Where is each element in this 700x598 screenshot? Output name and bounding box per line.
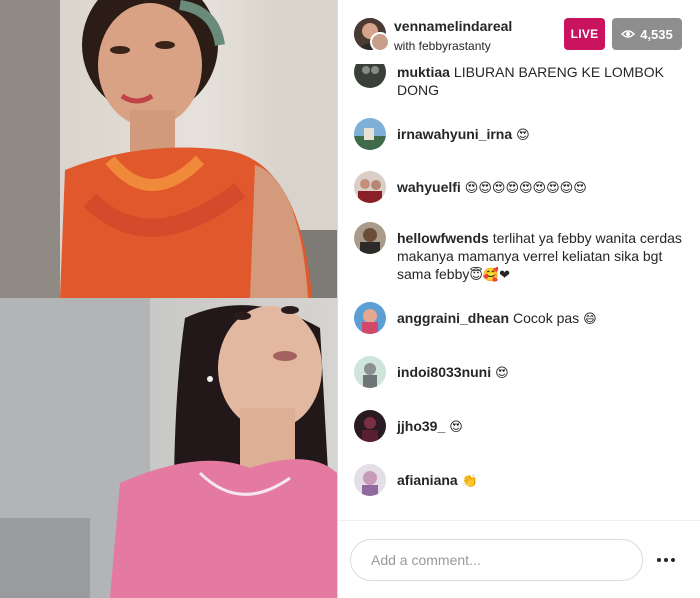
live-header: vennamelindareal with febbyrastanty LIVE… (338, 0, 700, 64)
comment-item: indoi8033nuni 😍 (354, 356, 694, 388)
avatar-image (354, 118, 386, 150)
commenter-avatar[interactable] (354, 410, 386, 442)
commenter-avatar[interactable] (354, 302, 386, 334)
comment-username[interactable]: jjho39_ (397, 418, 445, 434)
comment-message: Cocok pas (513, 310, 580, 326)
comment-text: muktiaa LIBURAN BARENG KE LOMBOK DONG (397, 64, 694, 99)
comment-text: wahyuelfi 😍😍😍😍😍😍😍😍😍 (397, 171, 694, 203)
comment-emoji: 😍 (516, 128, 530, 143)
comment-text: irnawahyuni_irna 😍 (397, 118, 694, 150)
guest-avatar[interactable] (370, 32, 390, 52)
commenter-avatar[interactable] (354, 222, 386, 254)
guest-video (0, 298, 337, 598)
avatar-image (354, 302, 386, 334)
comment-text: anggraini_dhean Cocok pas 😄 (397, 302, 694, 334)
comment-item: wahyuelfi 😍😍😍😍😍😍😍😍😍 (354, 171, 694, 203)
comment-username[interactable]: irnawahyuni_irna (397, 126, 512, 142)
live-badge: LIVE (564, 18, 605, 50)
comment-item: afianiana 👏 (354, 464, 694, 496)
comment-username[interactable]: indoi8033nuni (397, 364, 491, 380)
dot-icon (664, 558, 668, 562)
comment-emoji: 😇🥰❤ (469, 268, 511, 283)
comment-emoji: 😍😍😍😍😍😍😍😍😍 (464, 181, 587, 196)
comment-text: jjho39_ 😍 (397, 410, 694, 442)
avatar-image (354, 356, 386, 388)
comment-username[interactable]: wahyuelfi (397, 179, 461, 195)
avatar-image (354, 171, 386, 203)
comment-item: anggraini_dhean Cocok pas 😄 (354, 302, 694, 334)
avatar-image (354, 464, 386, 496)
avatar-image (354, 410, 386, 442)
comment-item: hellowfwends terlihat ya febby wanita cer… (354, 222, 694, 285)
eye-icon (621, 30, 636, 38)
viewer-count-badge[interactable]: 4,535 (612, 18, 682, 50)
comment-text: hellowfwends terlihat ya febby wanita cer… (397, 222, 694, 285)
comment-username[interactable]: anggraini_dhean (397, 310, 509, 326)
comment-composer (338, 520, 700, 598)
host-video (0, 0, 337, 298)
comment-text: indoi8033nuni 😍 (397, 356, 694, 388)
commenter-avatar[interactable] (354, 464, 386, 496)
avatar-image (354, 222, 386, 254)
comment-text: afianiana 👏 (397, 464, 694, 496)
commenter-avatar[interactable] (354, 171, 386, 203)
comment-item: irnawahyuni_irna 😍 (354, 118, 694, 150)
comment-emoji: 👏 (461, 474, 478, 489)
comment-username[interactable]: hellowfwends (397, 230, 489, 246)
viewer-count: 4,535 (640, 26, 673, 42)
comment-emoji: 😄 (583, 312, 597, 327)
more-options-button[interactable] (654, 549, 678, 571)
dot-icon (671, 558, 675, 562)
comment-item: jjho39_ 😍 (354, 410, 694, 442)
comments-list[interactable]: muktiaa LIBURAN BARENG KE LOMBOK DONG irn… (338, 64, 700, 520)
dot-icon (657, 558, 661, 562)
host-username[interactable]: vennamelindareal (394, 18, 512, 34)
comment-username[interactable]: afianiana (397, 472, 458, 488)
comment-item: muktiaa LIBURAN BARENG KE LOMBOK DONG (354, 64, 694, 99)
comment-username[interactable]: muktiaa (397, 64, 450, 80)
comment-emoji: 😍 (449, 420, 463, 435)
avatar-image (354, 64, 386, 88)
commenter-avatar[interactable] (354, 118, 386, 150)
guest-video-frame (0, 298, 337, 598)
comment-emoji: 😍 (495, 366, 509, 381)
comment-input[interactable] (350, 539, 643, 581)
guest-caption: with febbyrastanty (394, 39, 491, 53)
commenter-avatar[interactable] (354, 356, 386, 388)
commenter-avatar[interactable] (354, 64, 386, 88)
host-video-frame (0, 0, 337, 298)
